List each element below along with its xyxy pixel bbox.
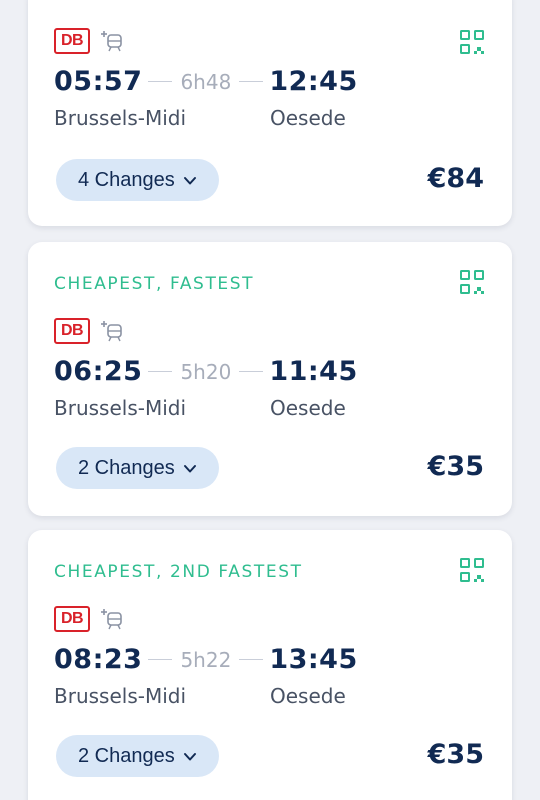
changes-label: 4 Changes (78, 168, 175, 191)
journey-badge: CHEAPEST, FASTEST (54, 274, 255, 294)
carrier-row: DB (54, 606, 124, 632)
origin-station: Brussels-Midi (54, 396, 187, 420)
changes-label: 2 Changes (78, 456, 175, 479)
chevron-down-icon (183, 177, 196, 185)
journey-duration: 5h22 (180, 647, 232, 672)
changes-toggle-button[interactable]: 2 Changes (56, 447, 219, 489)
departure-time: 05:57 (54, 66, 143, 97)
chevron-down-icon (183, 465, 196, 473)
chevron-down-icon (183, 753, 196, 761)
price: €84 (427, 163, 484, 194)
journey-card[interactable]: DB 05:57 6h48 12:45 Brussels-Midi Oesede… (28, 0, 512, 226)
destination-station: Oesede (270, 106, 346, 130)
origin-station: Brussels-Midi (54, 106, 187, 130)
journey-duration: 6h48 (180, 69, 232, 94)
price: €35 (427, 739, 484, 770)
carrier-row: DB (54, 318, 124, 344)
times-row: 05:57 6h48 12:45 (54, 66, 358, 97)
arrival-time: 13:45 (269, 644, 358, 675)
db-logo: DB (54, 318, 90, 344)
train-plus-icon (101, 609, 122, 630)
journey-duration: 5h20 (180, 359, 232, 384)
db-logo: DB (54, 606, 90, 632)
journey-card[interactable]: CHEAPEST, 2ND FASTEST DB 08:23 5h22 13:4… (28, 530, 512, 800)
changes-toggle-button[interactable]: 2 Changes (56, 735, 219, 777)
times-row: 08:23 5h22 13:45 (54, 644, 358, 675)
changes-toggle-button[interactable]: 4 Changes (56, 159, 219, 201)
times-row: 06:25 5h20 11:45 (54, 356, 358, 387)
journey-badge: CHEAPEST, 2ND FASTEST (54, 562, 303, 582)
departure-time: 08:23 (54, 644, 143, 675)
changes-label: 2 Changes (78, 744, 175, 767)
destination-station: Oesede (270, 396, 346, 420)
db-logo: DB (54, 28, 90, 54)
qr-code-icon[interactable] (460, 558, 484, 582)
journey-card[interactable]: CHEAPEST, FASTEST DB 06:25 5h20 11:45 Br… (28, 242, 512, 516)
arrival-time: 11:45 (269, 356, 358, 387)
origin-station: Brussels-Midi (54, 684, 187, 708)
arrival-time: 12:45 (269, 66, 358, 97)
qr-code-icon[interactable] (460, 30, 484, 54)
train-plus-icon (101, 321, 122, 342)
qr-code-icon[interactable] (460, 270, 484, 294)
departure-time: 06:25 (54, 356, 143, 387)
journey-results-list: DB 05:57 6h48 12:45 Brussels-Midi Oesede… (0, 0, 540, 800)
carrier-row: DB (54, 28, 124, 54)
destination-station: Oesede (270, 684, 346, 708)
price: €35 (427, 451, 484, 482)
train-plus-icon (101, 31, 122, 52)
